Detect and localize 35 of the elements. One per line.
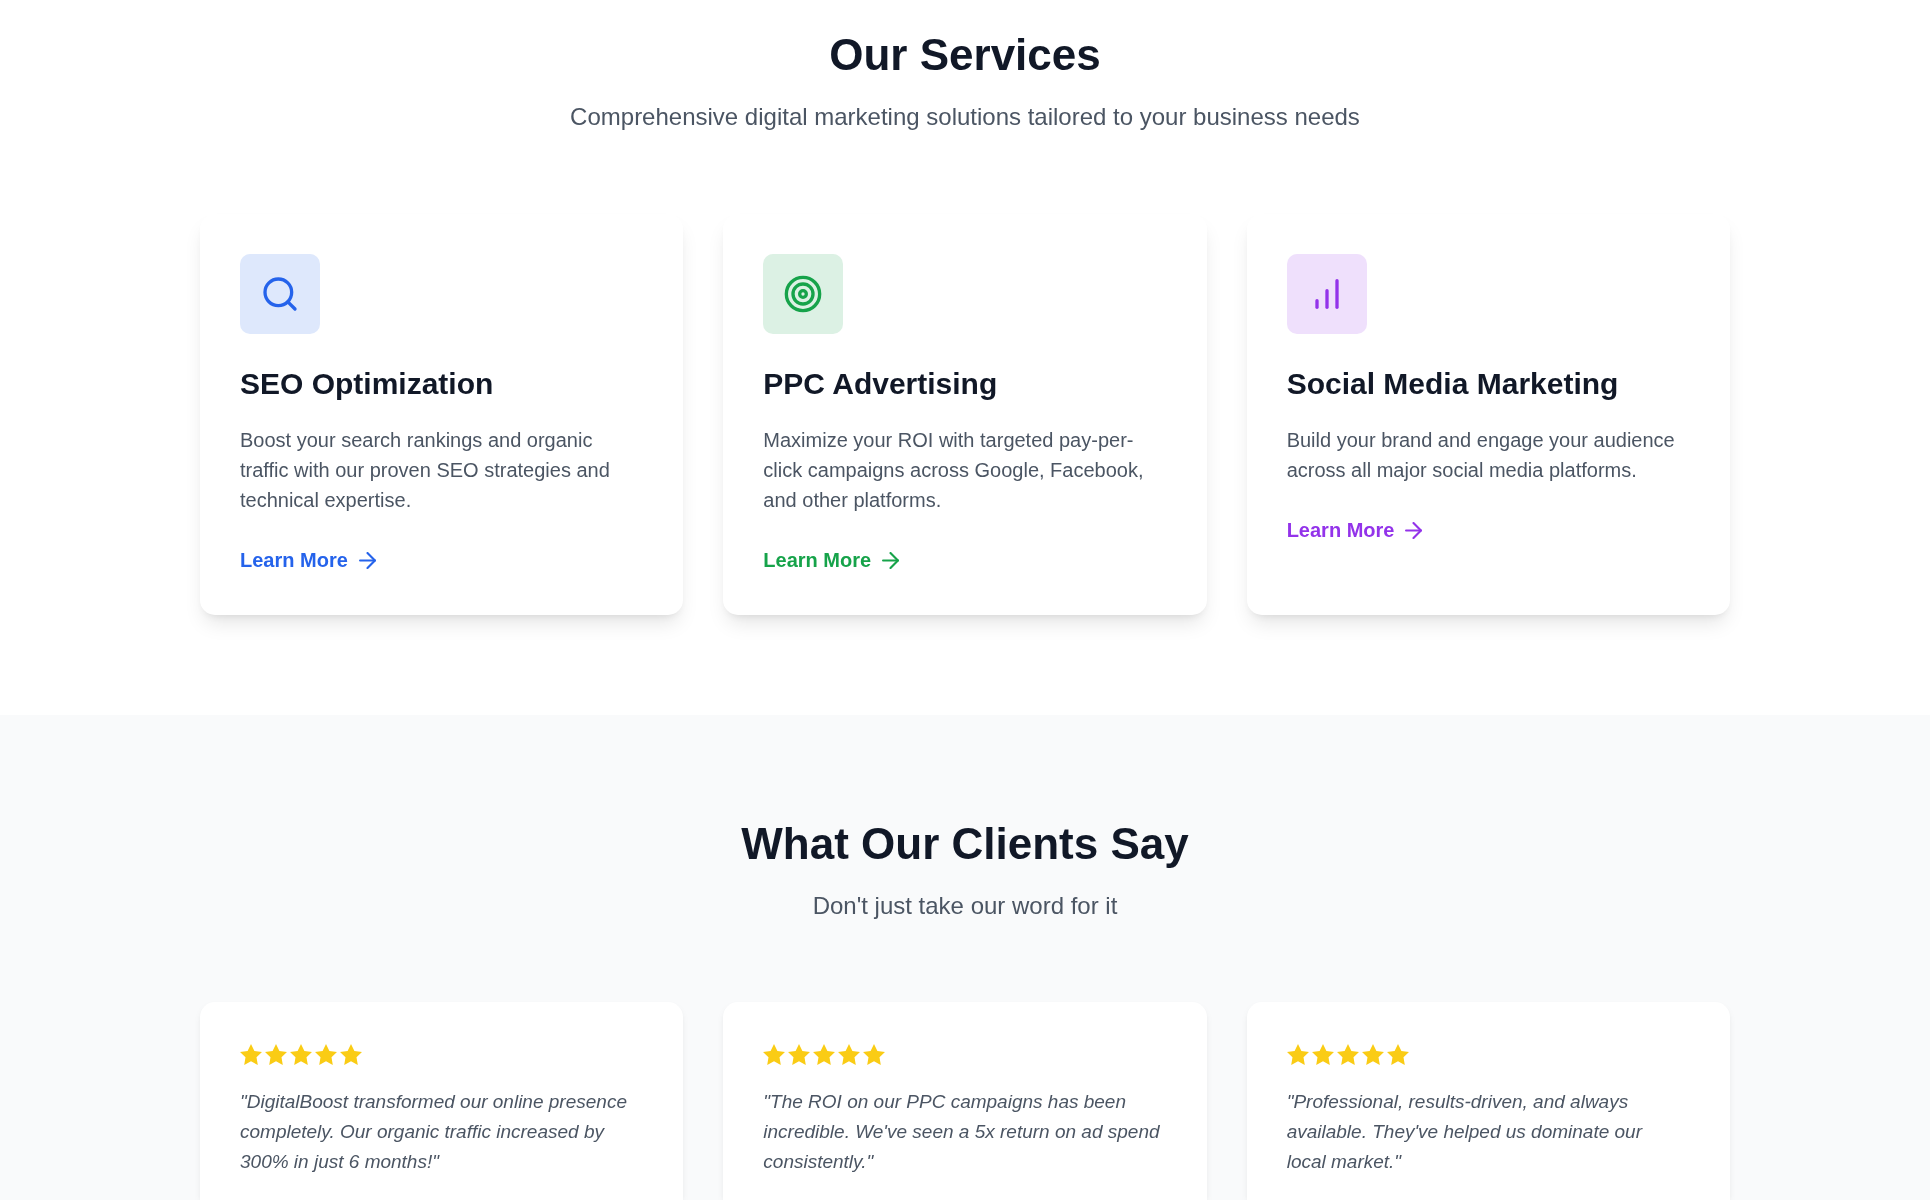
star-icon (265, 1044, 287, 1065)
star-icon (315, 1044, 337, 1065)
card-title: PPC Advertising (763, 366, 998, 402)
card-title: SEO Optimization (240, 366, 494, 402)
star-icon (1361, 1044, 1384, 1065)
star-icon (813, 1044, 836, 1065)
star-icon (863, 1044, 886, 1065)
card-description: Maximize your ROI with targeted pay-per-click campaigns across Google, Facebook, and other platforms. (763, 428, 1145, 513)
arrow-right-icon (1405, 521, 1423, 539)
star-icon (788, 1044, 811, 1065)
learn-more-link[interactable]: Learn More (1286, 515, 1423, 545)
bar-chart-icon (1286, 254, 1367, 334)
star-icon (1286, 1044, 1309, 1065)
star-icon (1336, 1044, 1359, 1065)
testimonial-quote: "DigitalBoost transformed our online presence completely. Our organic traffic increased by 300% in just 6 months!" (240, 1090, 628, 1174)
card-description: Boost your search rankings and organic traffic with our proven SEO strategies and technical expertise. (240, 428, 611, 513)
section-subtitle: Comprehensive digital marketing solutions tailored to your business needs (569, 102, 1361, 132)
section-title: Our Services (828, 29, 1102, 81)
star-icon (763, 1044, 786, 1065)
star-icon (240, 1044, 262, 1065)
star-icon (340, 1044, 362, 1065)
star-icon (1386, 1044, 1409, 1065)
star-icon (1311, 1044, 1334, 1065)
testimonial-quote: "Professional, results-driven, and always available. They've helped us dominate our local market." (1286, 1090, 1644, 1174)
target-icon (763, 254, 844, 334)
section-title: What Our Clients Say (740, 818, 1190, 870)
learn-more-link[interactable]: Learn More (763, 545, 900, 575)
learn-more-link[interactable]: Learn More (240, 545, 376, 575)
card-title: Social Media Marketing (1286, 366, 1619, 402)
search-icon (240, 254, 320, 334)
section-subtitle: Don't just take our word for it (811, 891, 1119, 921)
testimonial-quote: "The ROI on our PPC campaigns has been incredible. We've seen a 5x return on ad spend consistently." (763, 1090, 1161, 1174)
card-description: Build your brand and engage your audience across all major social media platforms. (1286, 428, 1676, 483)
star-icon (290, 1044, 312, 1065)
star-icon (838, 1044, 861, 1065)
